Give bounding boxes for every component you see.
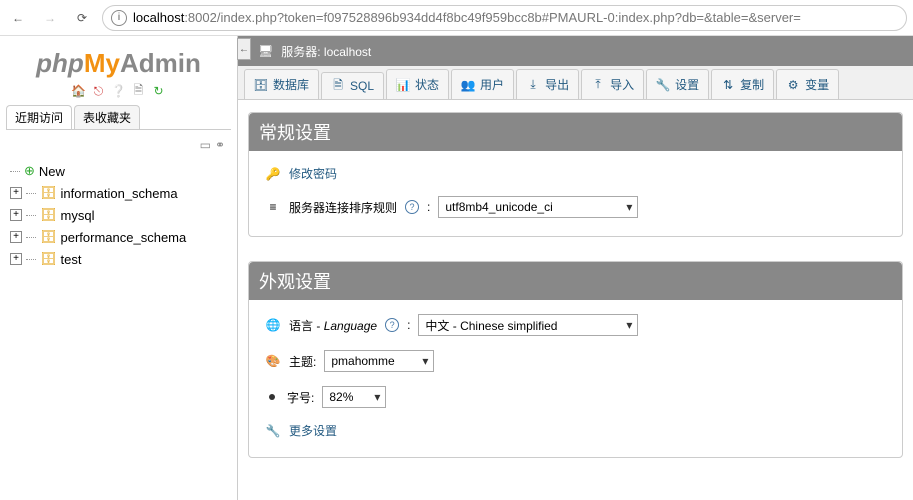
top-tabs: 🗄数据库 🗎SQL 📊状态 👥用户 ⤓导出 ⤒导入 🔧设置 ⇅复制 ⚙变量 <box>238 66 913 100</box>
logo: phpMyAdmin <box>6 40 231 83</box>
expand-icon[interactable]: + <box>10 209 22 221</box>
main-content: ← 🖥 服务器: localhost 🗄数据库 🗎SQL 📊状态 👥用户 ⤓导出… <box>238 36 913 500</box>
tab-databases[interactable]: 🗄数据库 <box>244 69 319 99</box>
tab-import[interactable]: ⤒导入 <box>581 69 644 99</box>
fontsize-label: 字号: <box>287 389 314 406</box>
database-icon: 🗄 <box>40 229 57 245</box>
tab-recent[interactable]: 近期访问 <box>6 105 72 129</box>
back-button[interactable]: ← <box>6 6 30 30</box>
logo-toolbar: 🏠 ⎋ ❔ 🗎 ↻ <box>6 83 231 99</box>
tab-replication[interactable]: ⇅复制 <box>711 69 774 99</box>
panel-title: 常规设置 <box>249 113 902 151</box>
browser-toolbar: ← → ⟳ i localhost:8002/index.php?token=f… <box>0 0 913 36</box>
new-db-icon: ⊕ <box>24 163 35 179</box>
collation-select[interactable]: utf8mb4_unicode_ci <box>438 196 638 218</box>
tab-variables[interactable]: ⚙变量 <box>776 69 839 99</box>
reload-nav-icon[interactable]: ↻ <box>151 83 167 99</box>
tree-item[interactable]: + 🗄 mysql <box>10 204 231 226</box>
home-icon[interactable]: 🏠 <box>71 83 87 99</box>
db-tree: ⊕ New + 🗄 information_schema + 🗄 mysql +… <box>6 160 231 270</box>
wrench-icon: 🔧 <box>656 78 670 92</box>
tab-export[interactable]: ⤓导出 <box>516 69 579 99</box>
tab-favorites[interactable]: 表收藏夹 <box>74 105 140 129</box>
import-icon: ⤒ <box>591 78 605 92</box>
database-icon: 🗄 <box>40 251 57 267</box>
theme-icon: 🎨 <box>265 353 281 369</box>
collapse-sidebar-button[interactable]: ← <box>238 38 251 60</box>
database-icon: 🗄 <box>40 207 57 223</box>
more-settings-link[interactable]: 更多设置 <box>289 422 337 439</box>
wrench-icon: 🔧 <box>265 423 281 439</box>
sql-icon: 🗎 <box>331 79 345 93</box>
server-label[interactable]: 服务器: localhost <box>281 43 371 60</box>
link-icon[interactable]: ⚭ <box>215 138 225 152</box>
theme-select[interactable]: pmahomme <box>324 350 434 372</box>
sql-icon[interactable]: 🗎 <box>131 83 147 99</box>
expand-icon[interactable]: + <box>10 253 22 265</box>
server-breadcrumb: 🖥 服务器: localhost <box>238 36 913 66</box>
tab-status[interactable]: 📊状态 <box>386 69 449 99</box>
sidebar: phpMyAdmin 🏠 ⎋ ❔ 🗎 ↻ 近期访问 表收藏夹 ▭ ⚭ ⊕ New… <box>0 36 238 500</box>
tree-item[interactable]: + 🗄 performance_schema <box>10 226 231 248</box>
database-icon: 🗄 <box>40 185 57 201</box>
logout-icon[interactable]: ⎋ <box>91 83 107 99</box>
key-icon: 🔑 <box>265 166 281 182</box>
export-icon: ⤓ <box>526 78 540 92</box>
tree-new[interactable]: ⊕ New <box>10 160 231 182</box>
help-icon[interactable]: ? <box>385 318 399 332</box>
collapse-all-icon[interactable]: ▭ <box>200 138 211 152</box>
forward-button[interactable]: → <box>38 6 62 30</box>
language-label: 语言 - Language <box>289 317 377 334</box>
change-password-link[interactable]: 修改密码 <box>289 165 337 182</box>
reload-button[interactable]: ⟳ <box>70 6 94 30</box>
collation-label: 服务器连接排序规则 <box>289 199 397 216</box>
expand-icon[interactable]: + <box>10 187 22 199</box>
tab-settings[interactable]: 🔧设置 <box>646 69 709 99</box>
site-info-icon[interactable]: i <box>111 10 127 26</box>
help-icon[interactable]: ? <box>405 200 419 214</box>
fontsize-select[interactable]: 82% <box>322 386 386 408</box>
docs-icon[interactable]: ❔ <box>111 83 127 99</box>
theme-label: 主题: <box>289 353 316 370</box>
appearance-settings-panel: 外观设置 🌐 语言 - Language ?: 中文 - Chinese sim… <box>248 261 903 458</box>
url-text: localhost:8002/index.php?token=f09752889… <box>133 10 898 25</box>
collation-icon: ≡ <box>265 199 281 215</box>
database-icon: 🗄 <box>254 78 268 92</box>
address-bar[interactable]: i localhost:8002/index.php?token=f097528… <box>102 5 907 31</box>
expand-icon[interactable]: + <box>10 231 22 243</box>
status-icon: 📊 <box>396 78 410 92</box>
replication-icon: ⇅ <box>721 78 735 92</box>
tab-sql[interactable]: 🗎SQL <box>321 72 384 99</box>
sidebar-tabs: 近期访问 表收藏夹 <box>6 105 231 130</box>
language-select[interactable]: 中文 - Chinese simplified <box>418 314 638 336</box>
variables-icon: ⚙ <box>786 78 800 92</box>
language-icon: 🌐 <box>265 317 281 333</box>
server-icon: 🖥 <box>258 44 273 58</box>
tab-users[interactable]: 👥用户 <box>451 69 514 99</box>
tree-item[interactable]: + 🗄 information_schema <box>10 182 231 204</box>
general-settings-panel: 常规设置 🔑 修改密码 ≡ 服务器连接排序规则 ?: utf8mb4_unico… <box>248 112 903 237</box>
sidebar-mini-tools: ▭ ⚭ <box>6 136 231 160</box>
users-icon: 👥 <box>461 78 475 92</box>
bullet-icon <box>269 394 275 400</box>
panel-title: 外观设置 <box>249 262 902 300</box>
tree-item[interactable]: + 🗄 test <box>10 248 231 270</box>
